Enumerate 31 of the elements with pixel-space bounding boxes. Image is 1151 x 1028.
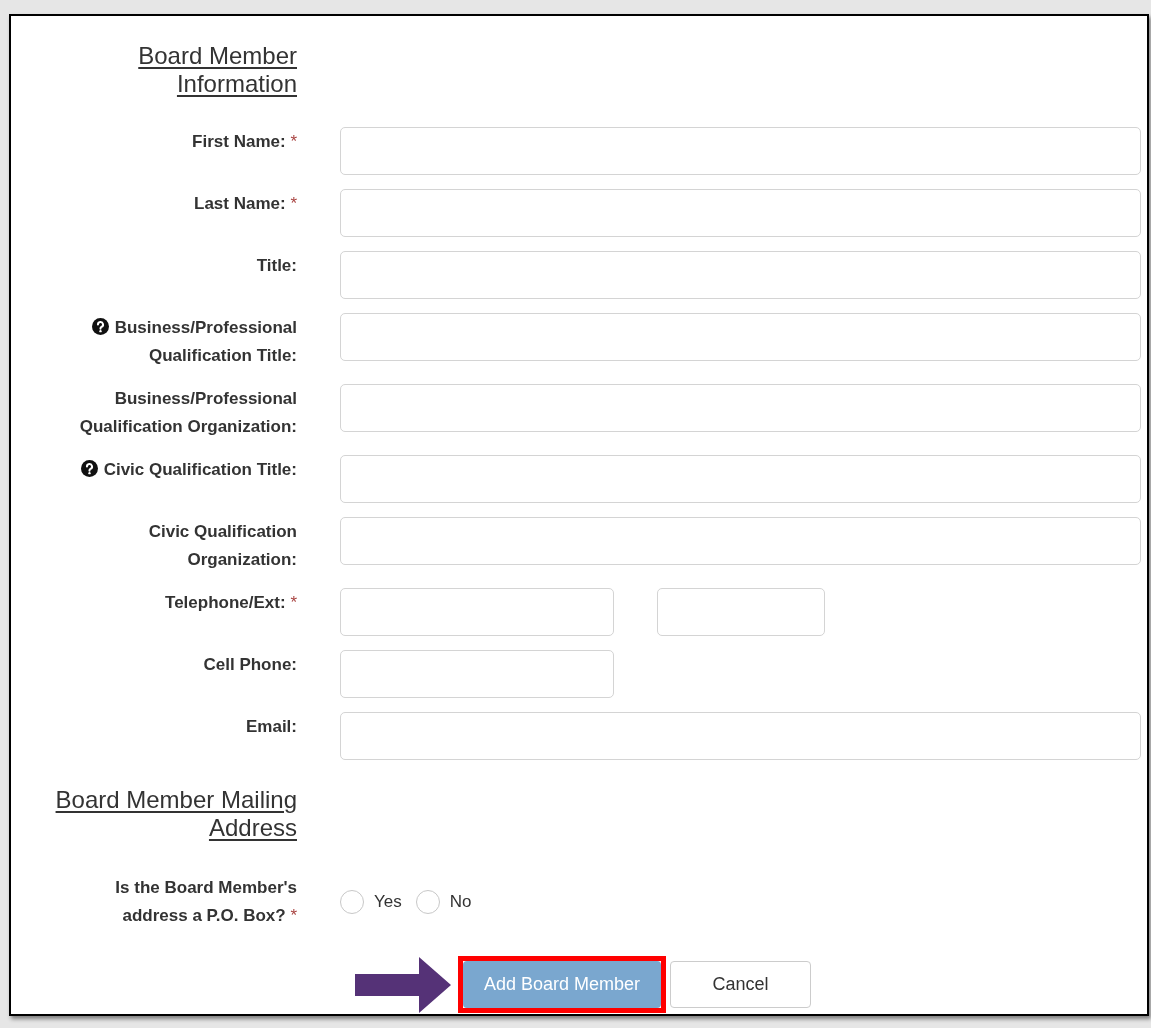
section-heading: Board Member Mailing Address	[54, 786, 297, 842]
text-input[interactable]	[340, 189, 1141, 237]
text-input[interactable]	[340, 127, 1141, 175]
help-icon[interactable]	[80, 460, 98, 477]
cancel-button[interactable]: Cancel	[670, 961, 811, 1008]
text-input[interactable]	[340, 313, 1141, 361]
field-label: Business/Professional Qualification Title:	[39, 314, 297, 370]
text-input[interactable]	[340, 712, 1141, 760]
field-label: First Name: *	[192, 131, 297, 153]
radio-button[interactable]	[415, 889, 440, 914]
text-input[interactable]	[340, 251, 1141, 299]
field-label: Email:	[245, 716, 297, 738]
text-input[interactable]	[340, 455, 1141, 503]
field-label: Civic Qualification Organization:	[147, 521, 297, 571]
extension-input[interactable]	[657, 588, 825, 636]
field-label: Last Name: *	[194, 193, 297, 215]
field-label: Cell Phone:	[203, 654, 297, 676]
text-input[interactable]	[340, 517, 1141, 565]
field-label: Business/Professional Qualification Organization:	[78, 388, 297, 438]
radio-label: No	[449, 890, 472, 913]
radio-label: Yes	[374, 890, 402, 913]
field-label: Title:	[256, 255, 297, 277]
phone-input[interactable]	[340, 588, 614, 636]
field-label: Telephone/Ext: *	[165, 592, 297, 614]
help-icon[interactable]	[91, 318, 109, 335]
field-label: Is the Board Member's address a P.O. Box? *	[114, 877, 297, 927]
text-input[interactable]	[340, 650, 614, 698]
field-label: Civic Qualification Title:	[80, 456, 297, 503]
radio-button[interactable]	[340, 889, 364, 914]
section-heading: Board Member Information	[137, 42, 297, 98]
text-input[interactable]	[340, 384, 1141, 432]
